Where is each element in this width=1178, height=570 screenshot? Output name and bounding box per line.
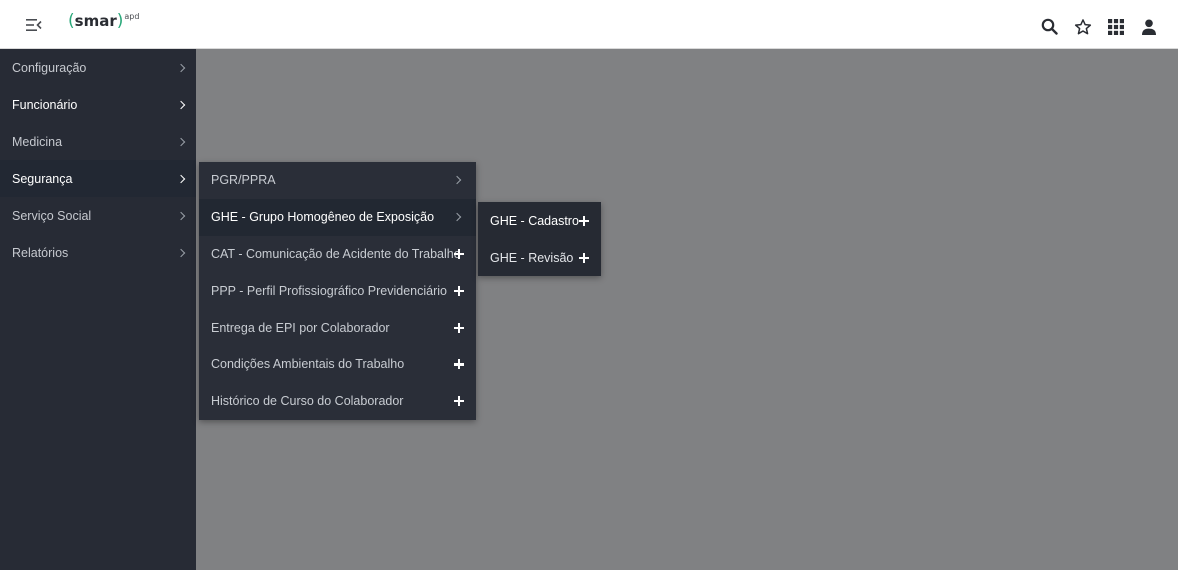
submenu-item-ghe-cadastro[interactable]: GHE - Cadastro xyxy=(478,202,601,239)
sidebar-item-configuracao[interactable]: Configuração xyxy=(0,49,196,86)
app-logo[interactable]: (smar)apd xyxy=(68,10,139,34)
sidebar-item-label: Funcionário xyxy=(12,97,78,112)
submenu-item-label: CAT - Comunicação de Acidente do Trabalh… xyxy=(211,246,461,261)
chevron-right-icon xyxy=(176,137,186,146)
submenu-item-label: Condições Ambientais do Trabalho xyxy=(211,357,405,372)
submenu-item-label: GHE - Grupo Homogêneo de Exposição xyxy=(211,210,435,225)
chevron-right-icon xyxy=(176,248,186,257)
sidebar-item-servico-social[interactable]: Serviço Social xyxy=(0,197,196,234)
sidebar-item-label: Serviço Social xyxy=(12,208,92,223)
submenu-item-label: PGR/PPRA xyxy=(211,173,276,188)
sidebar-item-label: Configuração xyxy=(12,60,87,75)
submenu-seguranca: PGR/PPRA GHE - Grupo Homogêneo de Exposi… xyxy=(199,162,476,420)
chevron-right-icon xyxy=(176,211,186,220)
submenu-item-ppp[interactable]: PPP - Perfil Profissiográfico Previdenci… xyxy=(199,272,476,309)
submenu-item-pgr-ppra[interactable]: PGR/PPRA xyxy=(199,162,476,199)
chevron-right-icon xyxy=(176,174,186,183)
user-icon[interactable] xyxy=(1139,17,1158,36)
submenu-item-label: GHE - Revisão xyxy=(490,250,574,265)
submenu-item-historico-curso[interactable]: Histórico de Curso do Colaborador xyxy=(199,383,476,420)
chevron-right-icon xyxy=(176,100,186,109)
top-header: (smar)apd xyxy=(0,0,1178,49)
plus-icon[interactable] xyxy=(579,215,589,226)
submenu-item-label: GHE - Cadastro xyxy=(490,213,579,228)
plus-icon[interactable] xyxy=(454,248,464,259)
submenu-item-cat[interactable]: CAT - Comunicação de Acidente do Trabalh… xyxy=(199,236,476,273)
plus-icon[interactable] xyxy=(454,285,464,296)
chevron-right-icon xyxy=(176,63,186,72)
submenu-item-ghe-revisao[interactable]: GHE - Revisão xyxy=(478,239,601,276)
sidebar-item-label: Segurança xyxy=(12,171,73,186)
plus-icon[interactable] xyxy=(579,252,589,263)
submenu-item-label: Entrega de EPI por Colaborador xyxy=(211,320,390,335)
menu-toggle-icon[interactable] xyxy=(24,16,44,34)
plus-icon[interactable] xyxy=(454,396,464,407)
chevron-right-icon xyxy=(452,176,462,185)
sidebar-item-label: Relatórios xyxy=(12,245,69,260)
submenu-item-label: Histórico de Curso do Colaborador xyxy=(211,394,404,409)
sidebar-item-seguranca[interactable]: Segurança xyxy=(0,160,196,197)
apps-grid-icon[interactable] xyxy=(1106,17,1125,36)
sidebar-item-funcionario[interactable]: Funcionário xyxy=(0,86,196,123)
plus-icon[interactable] xyxy=(454,322,464,333)
submenu-item-label: PPP - Perfil Profissiográfico Previdenci… xyxy=(211,283,447,298)
star-icon[interactable] xyxy=(1073,17,1092,36)
submenu-item-ghe[interactable]: GHE - Grupo Homogêneo de Exposição xyxy=(199,198,476,236)
submenu-item-condicoes-ambientais[interactable]: Condições Ambientais do Trabalho xyxy=(199,346,476,383)
sidebar: Configuração Funcionário Medicina Segura… xyxy=(0,49,196,570)
search-icon[interactable] xyxy=(1040,17,1059,36)
sidebar-item-label: Medicina xyxy=(12,134,63,149)
submenu-item-entrega-epi[interactable]: Entrega de EPI por Colaborador xyxy=(199,309,476,346)
sidebar-item-relatorios[interactable]: Relatórios xyxy=(0,234,196,271)
chevron-right-icon xyxy=(452,212,462,222)
plus-icon[interactable] xyxy=(454,359,464,370)
header-actions xyxy=(1040,17,1158,36)
submenu-ghe: GHE - Cadastro GHE - Revisão xyxy=(478,202,601,276)
sidebar-item-medicina[interactable]: Medicina xyxy=(0,123,196,160)
